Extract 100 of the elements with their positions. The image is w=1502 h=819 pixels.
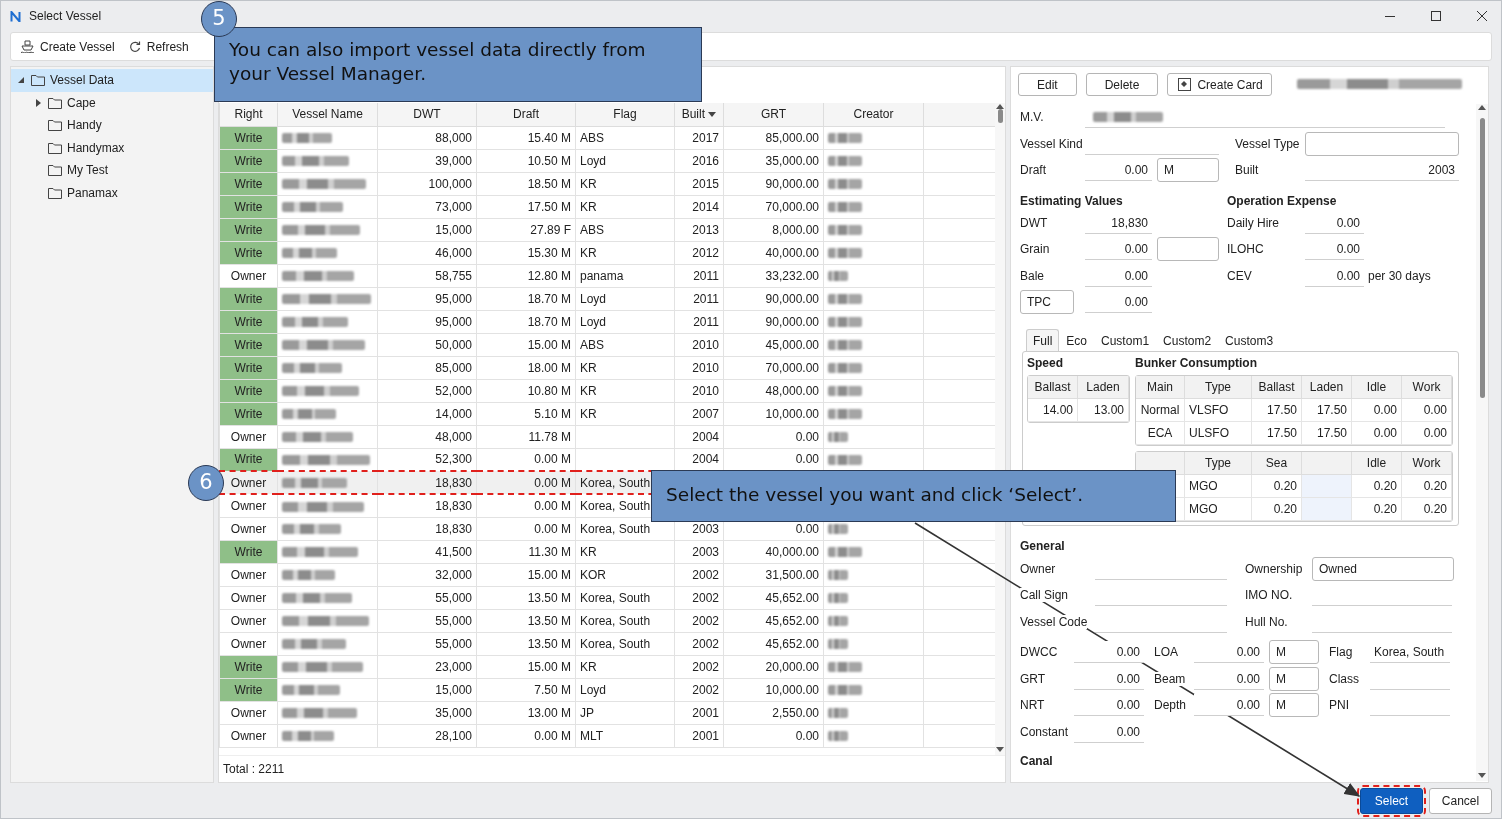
section-heading: Operation Expense bbox=[1227, 192, 1338, 210]
scrollbar-thumb[interactable] bbox=[1479, 118, 1485, 398]
tree-item[interactable]: Handy bbox=[11, 114, 213, 137]
table-cell: 70,000.00 bbox=[723, 195, 824, 218]
input-field[interactable]: 0.00 bbox=[1194, 694, 1264, 717]
input-field[interactable] bbox=[1305, 131, 1459, 156]
tab[interactable]: Custom3 bbox=[1218, 328, 1281, 351]
input-field[interactable]: 0.00 bbox=[1074, 641, 1144, 664]
column-header: Idle bbox=[1352, 451, 1402, 475]
column-header[interactable]: Vessel Name bbox=[277, 103, 378, 126]
table-cell: Owner bbox=[219, 632, 278, 655]
table-cell: Owner bbox=[219, 471, 278, 494]
tab[interactable]: Custom2 bbox=[1156, 328, 1219, 351]
section-heading: Bunker Consumption bbox=[1135, 354, 1258, 372]
redacted-text bbox=[282, 432, 353, 443]
input-field[interactable]: 0.00 bbox=[1305, 211, 1364, 234]
table-cell: 2003 bbox=[674, 540, 724, 563]
input-field[interactable]: 0.00 bbox=[1305, 264, 1364, 287]
redacted-text bbox=[828, 133, 862, 144]
input-field[interactable] bbox=[1157, 237, 1219, 262]
cancel-button[interactable]: Cancel bbox=[1429, 788, 1492, 814]
input-field[interactable]: Korea, South bbox=[1370, 641, 1450, 664]
select-button[interactable]: Select bbox=[1360, 788, 1423, 814]
tab[interactable]: Eco bbox=[1059, 328, 1095, 351]
table-cell: 40,000.00 bbox=[723, 540, 824, 563]
table-cell: KR bbox=[575, 540, 675, 563]
column-header[interactable]: Built bbox=[674, 103, 724, 126]
input-field[interactable]: M bbox=[1157, 158, 1219, 183]
input-field[interactable]: 0.00 bbox=[1305, 238, 1364, 261]
table-cell: 13.50 M bbox=[476, 632, 576, 655]
table-cell: ECA bbox=[1136, 421, 1185, 445]
table-cell: KR bbox=[575, 356, 675, 379]
column-header[interactable]: DWT bbox=[377, 103, 477, 126]
redacted-text bbox=[828, 731, 848, 742]
maximize-icon bbox=[1431, 11, 1441, 21]
input-field[interactable]: TPC bbox=[1020, 290, 1074, 315]
tree-item[interactable]: Cape bbox=[11, 91, 213, 114]
folder-icon bbox=[48, 96, 62, 109]
input-field[interactable]: M bbox=[1269, 640, 1319, 665]
input-field[interactable]: 0.00 bbox=[1085, 238, 1152, 261]
input-field[interactable]: Owned bbox=[1312, 556, 1454, 581]
redacted-text bbox=[828, 616, 848, 627]
table-cell: Write bbox=[219, 402, 278, 425]
tree-item[interactable]: Vessel Data bbox=[11, 69, 213, 92]
column-header[interactable]: Creator bbox=[823, 103, 924, 126]
table-cell: 50,000 bbox=[377, 333, 477, 356]
redacted-text bbox=[828, 432, 848, 443]
tree-item[interactable]: Handymax bbox=[11, 136, 213, 159]
input-field[interactable]: M bbox=[1269, 693, 1319, 718]
field-label: Ownership bbox=[1245, 561, 1303, 576]
folder-icon bbox=[31, 74, 45, 87]
table-cell: 35,000.00 bbox=[723, 149, 824, 172]
redacted-text bbox=[282, 271, 354, 282]
table-cell: 2007 bbox=[674, 402, 724, 425]
column-header[interactable]: GRT bbox=[723, 103, 824, 126]
folder-icon bbox=[48, 119, 62, 132]
column-header[interactable]: Draft bbox=[476, 103, 576, 126]
folder-icon bbox=[48, 164, 62, 177]
table-cell: 48,000.00 bbox=[723, 379, 824, 402]
tab[interactable]: Custom1 bbox=[1094, 328, 1157, 351]
action-button[interactable]: Edit bbox=[1018, 73, 1077, 96]
redacted-text bbox=[828, 294, 862, 305]
table-cell: 17.50 bbox=[1302, 421, 1352, 445]
table-cell: 18.70 M bbox=[476, 287, 576, 310]
ship-icon bbox=[21, 40, 34, 53]
column-header[interactable]: Right bbox=[219, 103, 278, 126]
redacted-text bbox=[828, 524, 848, 535]
redacted-text bbox=[1093, 111, 1163, 122]
scrollbar-thumb[interactable] bbox=[997, 109, 1003, 123]
tree-item[interactable]: Panamax bbox=[11, 181, 213, 204]
redacted-text bbox=[828, 271, 848, 282]
tree-item[interactable]: My Test bbox=[11, 159, 213, 182]
table-cell: 0.00 M bbox=[476, 471, 576, 494]
tab[interactable]: Full bbox=[1026, 328, 1060, 351]
input-field[interactable]: 2003 bbox=[1305, 159, 1459, 182]
table-cell: MGO bbox=[1185, 497, 1252, 521]
step-number-badge: 5 bbox=[201, 1, 237, 37]
action-button[interactable]: Create Card bbox=[1167, 73, 1272, 96]
input-field[interactable]: 0.00 bbox=[1085, 291, 1152, 314]
table-cell: Write bbox=[219, 333, 278, 356]
table-cell: 0.00 bbox=[723, 724, 824, 747]
input-field[interactable]: 18,830 bbox=[1085, 211, 1152, 234]
create-vessel-button[interactable]: Create Vessel bbox=[21, 37, 115, 56]
table-cell: 2013 bbox=[674, 218, 724, 241]
scrollbar-track[interactable] bbox=[1476, 104, 1488, 781]
table-cell: VLSFO bbox=[1185, 398, 1252, 422]
table-cell: 2002 bbox=[674, 678, 724, 701]
table-cell: 23,000 bbox=[377, 655, 477, 678]
folder-icon bbox=[48, 141, 62, 154]
column-header[interactable]: Flag bbox=[575, 103, 675, 126]
input-field[interactable]: 0.00 bbox=[1085, 264, 1152, 287]
action-button[interactable]: Delete bbox=[1085, 73, 1159, 96]
table-cell: MLT bbox=[575, 724, 675, 747]
input-field[interactable]: 0.00 bbox=[1085, 159, 1152, 182]
refresh-button[interactable]: Refresh bbox=[128, 37, 189, 56]
table-cell: 31,500.00 bbox=[723, 563, 824, 586]
table-cell: 13.00 bbox=[1078, 398, 1129, 422]
table-cell: 20,000.00 bbox=[723, 655, 824, 678]
table-cell: ABS bbox=[575, 333, 675, 356]
input-field[interactable]: M bbox=[1269, 666, 1319, 691]
